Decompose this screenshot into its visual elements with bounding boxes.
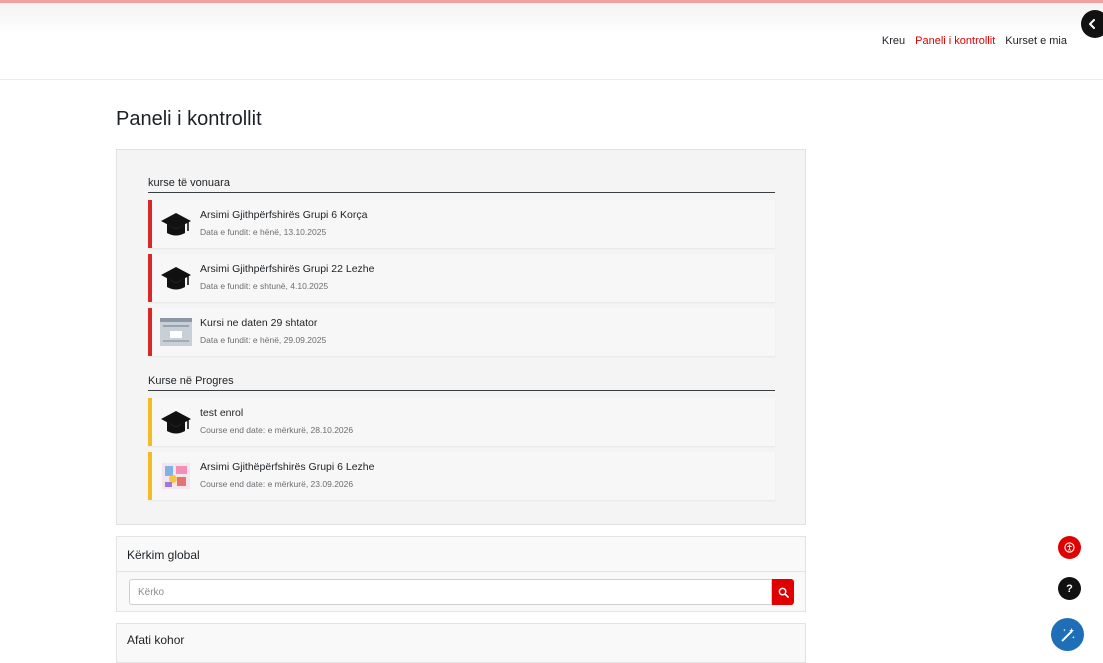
help-icon: ? (1066, 582, 1073, 595)
course-name[interactable]: Arsimi Gjithpërfshirës Grupi 6 Korça (200, 209, 367, 221)
course-name[interactable]: test enrol (200, 407, 243, 419)
screenshot-thumbnail (160, 316, 192, 348)
course-card[interactable]: Arsimi Gjithpërfshirës Grupi 6 Korça Dat… (148, 200, 775, 248)
accessibility-button[interactable] (1058, 536, 1081, 559)
course-name[interactable]: Arsimi Gjithëpërfshirës Grupi 6 Lezhe (200, 461, 375, 473)
nav-link-dashboard[interactable]: Paneli i kontrollit (915, 35, 995, 47)
navbar: Kreu Paneli i kontrollit Kurset e mia (0, 3, 1103, 80)
course-date: Data e fundit: e hënë, 29.09.2025 (200, 335, 327, 345)
overdue-status-bar (148, 200, 152, 248)
search-button[interactable] (772, 579, 794, 605)
course-date: Course end date: e mërkurë, 23.09.2026 (200, 479, 354, 489)
help-button[interactable]: ? (1058, 577, 1081, 600)
course-name[interactable]: Kursi ne daten 29 shtator (200, 317, 317, 329)
course-date: Data e fundit: e shtunë, 4.10.2025 (200, 281, 329, 291)
global-search-block: Kërkim global (116, 536, 806, 612)
search-icon (778, 587, 789, 598)
illustration-thumbnail (160, 460, 192, 492)
divider (117, 571, 805, 572)
timeline-block-title: Afati kohor (127, 633, 185, 647)
page-title: Paneli i kontrollit (116, 108, 262, 130)
course-card[interactable]: test enrol Course end date: e mërkurë, 2… (148, 398, 775, 446)
accessibility-icon (1064, 542, 1075, 553)
magic-wand-icon (1061, 627, 1075, 641)
drawer-toggle-button[interactable] (1081, 10, 1103, 38)
overdue-section-heading: kurse të vonuara (148, 177, 775, 193)
in-progress-status-bar (148, 452, 152, 500)
course-card[interactable]: Arsimi Gjithpërfshirës Grupi 22 Lezhe Da… (148, 254, 775, 302)
timeline-block: Afati kohor (116, 623, 806, 663)
chevron-left-icon (1089, 19, 1095, 29)
in-progress-status-bar (148, 398, 152, 446)
magic-wand-button[interactable] (1051, 618, 1084, 651)
search-input[interactable] (129, 579, 772, 605)
course-date: Data e fundit: e hënë, 13.10.2025 (200, 227, 327, 237)
course-date: Course end date: e mërkurë, 28.10.2026 (200, 425, 354, 435)
course-card[interactable]: Kursi ne daten 29 shtator Data e fundit:… (148, 308, 775, 356)
course-name[interactable]: Arsimi Gjithpërfshirës Grupi 22 Lezhe (200, 263, 375, 275)
graduation-cap-icon (160, 262, 192, 294)
course-card[interactable]: Arsimi Gjithëpërfshirës Grupi 6 Lezhe Co… (148, 452, 775, 500)
course-overview-panel: kurse të vonuara Arsimi Gjithpërfshirës … (116, 149, 806, 525)
nav-link-home[interactable]: Kreu (882, 35, 905, 47)
nav-link-my-courses[interactable]: Kurset e mia (1005, 35, 1067, 47)
overdue-status-bar (148, 254, 152, 302)
overdue-status-bar (148, 308, 152, 356)
in-progress-section-heading: Kurse në Progres (148, 375, 775, 391)
primary-nav: Kreu Paneli i kontrollit Kurset e mia (882, 35, 1067, 47)
graduation-cap-icon (160, 406, 192, 438)
search-block-title: Kërkim global (127, 548, 200, 562)
graduation-cap-icon (160, 208, 192, 240)
